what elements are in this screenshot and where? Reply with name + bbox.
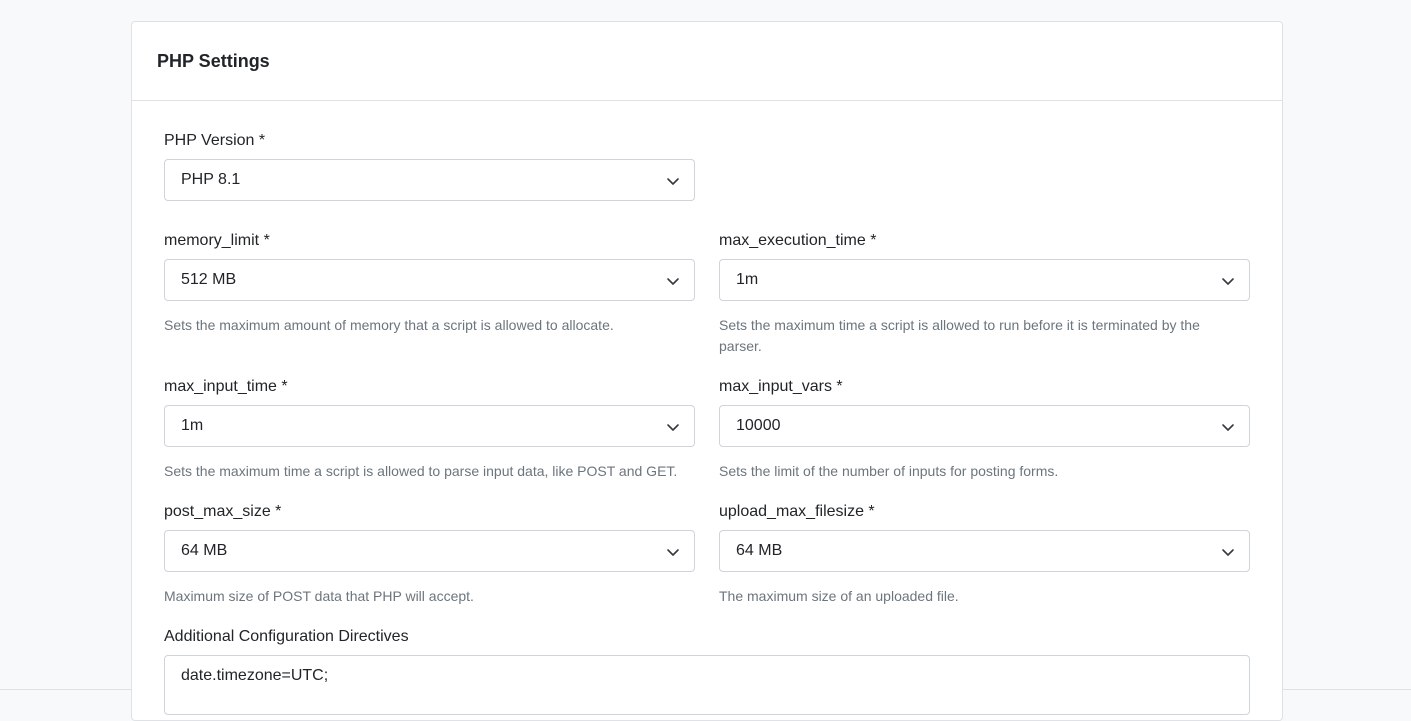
upload-max-filesize-label: upload_max_filesize *: [719, 503, 875, 520]
post-max-size-label: post_max_size *: [164, 503, 282, 520]
chevron-down-icon: [667, 549, 679, 556]
max-input-vars-label: max_input_vars *: [719, 378, 843, 395]
php-version-label: PHP Version *: [164, 132, 266, 149]
max-input-time-field: max_input_time * 1m Sets the maximum tim…: [164, 377, 695, 479]
memory-limit-value: 512 MB: [181, 271, 237, 288]
chevron-down-icon: [667, 424, 679, 431]
additional-directives-field: Additional Configuration Directives date…: [164, 627, 1250, 715]
upload-max-filesize-value: 64 MB: [736, 542, 783, 559]
chevron-down-icon: [667, 178, 679, 185]
max-input-time-label: max_input_time *: [164, 378, 288, 395]
max-input-vars-field: max_input_vars * 10000 Sets the limit of…: [719, 377, 1250, 479]
memory-limit-help: Sets the maximum amount of memory that a…: [164, 317, 614, 333]
max-execution-time-value: 1m: [736, 271, 759, 288]
max-input-vars-value: 10000: [736, 417, 781, 434]
card-header: PHP Settings: [132, 22, 1282, 101]
chevron-down-icon: [1222, 549, 1234, 556]
max-input-vars-select[interactable]: 10000: [719, 405, 1250, 447]
post-max-size-field: post_max_size * 64 MB Maximum size of PO…: [164, 502, 695, 604]
post-max-size-select[interactable]: 64 MB: [164, 530, 695, 572]
card-title: PHP Settings: [157, 50, 270, 71]
php-version-field: PHP Version * PHP 8.1: [164, 131, 695, 201]
max-execution-time-label: max_execution_time *: [719, 232, 877, 249]
php-version-value: PHP 8.1: [181, 171, 241, 188]
memory-limit-label: memory_limit *: [164, 232, 270, 249]
memory-limit-select[interactable]: 512 MB: [164, 259, 695, 301]
php-settings-card: PHP Settings PHP Version * PHP 8.1 memor…: [131, 21, 1283, 721]
post-max-size-value: 64 MB: [181, 542, 228, 559]
chevron-down-icon: [1222, 278, 1234, 285]
additional-directives-textarea[interactable]: date.timezone=UTC;: [164, 655, 1250, 715]
max-input-vars-help: Sets the limit of the number of inputs f…: [719, 463, 1059, 479]
upload-max-filesize-field: upload_max_filesize * 64 MB The maximum …: [719, 502, 1250, 604]
upload-max-filesize-select[interactable]: 64 MB: [719, 530, 1250, 572]
max-execution-time-help: Sets the maximum time a script is allowe…: [719, 317, 1200, 354]
max-input-time-value: 1m: [181, 417, 204, 434]
max-input-time-select[interactable]: 1m: [164, 405, 695, 447]
max-input-time-help: Sets the maximum time a script is allowe…: [164, 463, 678, 479]
max-execution-time-field: max_execution_time * 1m Sets the maximum…: [719, 231, 1250, 354]
php-version-select[interactable]: PHP 8.1: [164, 159, 695, 201]
chevron-down-icon: [1222, 424, 1234, 431]
max-execution-time-select[interactable]: 1m: [719, 259, 1250, 301]
upload-max-filesize-help: The maximum size of an uploaded file.: [719, 588, 959, 604]
memory-limit-field: memory_limit * 512 MB Sets the maximum a…: [164, 231, 695, 333]
chevron-down-icon: [667, 278, 679, 285]
additional-directives-label: Additional Configuration Directives: [164, 628, 409, 645]
post-max-size-help: Maximum size of POST data that PHP will …: [164, 588, 474, 604]
